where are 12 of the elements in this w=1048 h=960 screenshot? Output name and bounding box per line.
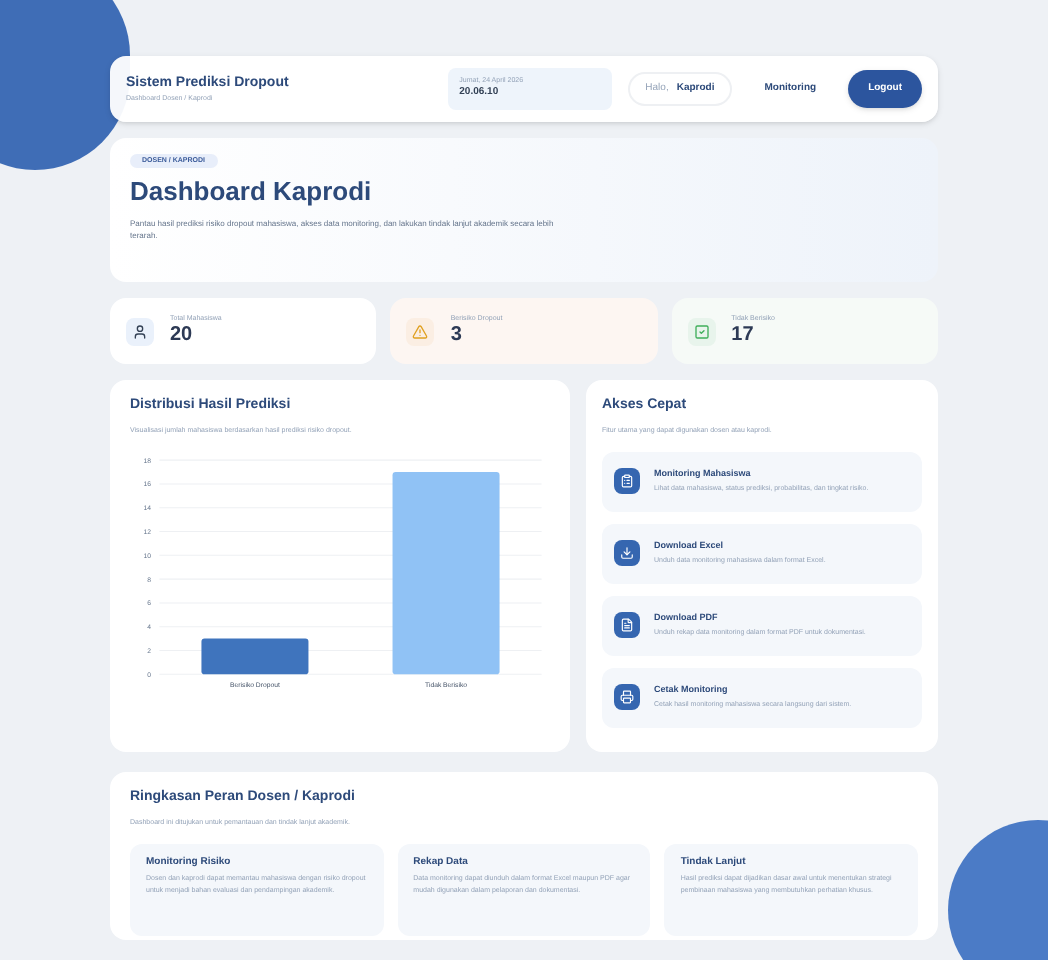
chart-bar — [201, 638, 309, 674]
stat-value: 20 — [170, 323, 195, 349]
stat-value: 17 — [731, 323, 756, 349]
stat-value: 3 — [450, 323, 464, 349]
stat-icon — [406, 317, 435, 345]
clipboard-icon — [614, 468, 640, 495]
document-icon — [614, 612, 640, 639]
stat-icon — [126, 317, 154, 345]
download-icon — [614, 540, 640, 567]
stat-icon — [687, 317, 716, 345]
printer-icon — [614, 684, 640, 711]
page-title: Dashboard Kaprodi — [130, 176, 372, 209]
